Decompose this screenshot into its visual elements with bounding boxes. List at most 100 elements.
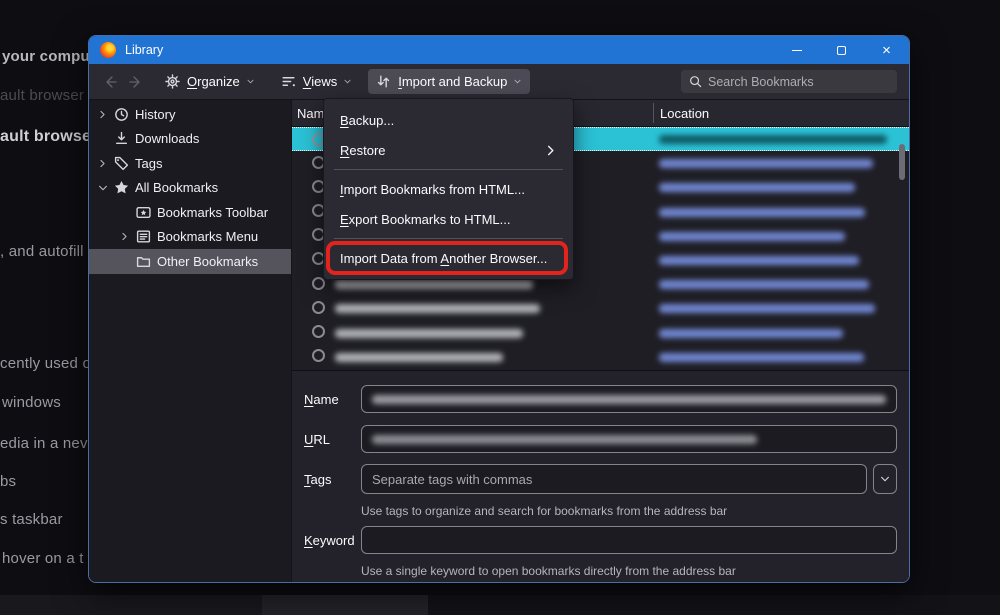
search-bookmarks-box[interactable] — [681, 70, 897, 93]
scrollbar-thumb[interactable] — [899, 144, 905, 180]
blurred-bookmark-location — [659, 135, 887, 144]
chevron-right-icon[interactable] — [97, 109, 113, 120]
chevron-down-icon — [246, 77, 255, 86]
name-label: Name — [304, 392, 361, 407]
window-title: Library — [125, 43, 163, 57]
tags-dropdown-button[interactable] — [873, 464, 897, 494]
blurred-name-value — [372, 395, 886, 404]
import-export-icon — [376, 74, 391, 89]
background-text-fragment: ault browser — [0, 128, 98, 146]
background-text-fragment: your comput — [2, 48, 95, 65]
menu-item-import-data-from-another-browser[interactable]: Import Data from Another Browser... — [324, 243, 573, 273]
favicon-placeholder-icon — [312, 325, 325, 338]
bookmark-row[interactable] — [292, 296, 909, 320]
favicon-placeholder-icon — [312, 349, 325, 362]
titlebar[interactable]: Library × — [89, 36, 909, 64]
desktop-background: your comput ault browser ault browser , and… — [0, 0, 1000, 615]
tags-help-text: Use tags to organize and search for book… — [361, 504, 897, 518]
chevron-right-icon[interactable] — [97, 158, 113, 169]
menu-item-export-bookmarks-to-html[interactable]: Export Bookmarks to HTML... — [324, 204, 573, 234]
minimize-icon — [792, 50, 802, 51]
background-text-fragment: windows — [2, 394, 61, 411]
bookmark-row[interactable] — [292, 321, 909, 345]
forward-button[interactable] — [123, 69, 149, 95]
menu-item-label: Import Data from Another Browser... — [340, 251, 547, 266]
bookmark-row[interactable] — [292, 345, 909, 369]
blurred-bookmark-location — [659, 183, 855, 192]
blurred-bookmark-location — [659, 159, 873, 168]
column-header-location[interactable]: Location — [653, 106, 709, 121]
sidebar-item-label: Bookmarks Toolbar — [157, 205, 268, 220]
bookmark-details-panel: Name URL Tags Use tags to organize and s… — [292, 370, 909, 582]
keyword-help-text: Use a single keyword to open bookmarks d… — [361, 564, 897, 578]
sidebar-item-downloads[interactable]: Downloads — [89, 127, 291, 152]
menu-item-label: Backup... — [340, 113, 394, 128]
taskbar-segment — [0, 595, 262, 615]
menu-separator — [334, 169, 563, 170]
blurred-bookmark-location — [659, 208, 865, 217]
background-text-fragment: , and autofill — [0, 243, 84, 260]
chevron-down-icon[interactable] — [97, 182, 113, 194]
menu-item-label: Import Bookmarks from HTML... — [340, 182, 525, 197]
submenu-arrow-icon — [544, 144, 557, 157]
chevron-down-icon — [513, 77, 522, 86]
maximize-icon — [837, 46, 846, 55]
menu-separator — [334, 238, 563, 239]
name-field[interactable] — [361, 385, 897, 413]
blurred-bookmark-location — [659, 256, 859, 265]
sidebar-item-label: History — [135, 107, 175, 122]
back-icon — [103, 75, 117, 89]
sidebar-item-other-bookmarks[interactable]: Other Bookmarks — [89, 249, 291, 274]
sidebar-item-bookmarks-menu[interactable]: Bookmarks Menu — [89, 225, 291, 250]
blurred-bookmark-location — [659, 353, 864, 362]
bookmarks-toolbar-icon — [135, 205, 151, 220]
views-button[interactable]: Views — [273, 69, 360, 94]
views-icon — [281, 74, 296, 89]
keyword-field[interactable] — [361, 526, 897, 554]
blurred-bookmark-name — [335, 353, 503, 362]
menu-item-restore[interactable]: Restore — [324, 135, 573, 165]
sidebar-item-all-bookmarks[interactable]: All Bookmarks — [89, 176, 291, 201]
menu-item-backup[interactable]: Backup... — [324, 105, 573, 135]
background-text-fragment: s taskbar — [0, 511, 63, 528]
blurred-bookmark-name — [335, 329, 523, 338]
favicon-placeholder-icon — [312, 301, 325, 314]
tag-icon — [113, 156, 129, 171]
tags-input[interactable] — [372, 472, 856, 487]
sidebar-item-bookmarks-toolbar[interactable]: Bookmarks Toolbar — [89, 200, 291, 225]
background-text-fragment: edia in a nev — [0, 435, 88, 452]
background-text-fragment: cently used o — [0, 355, 91, 372]
blurred-bookmark-location — [659, 304, 875, 313]
chevron-down-icon — [879, 473, 891, 485]
import-and-backup-button[interactable]: Import and Backup — [368, 69, 530, 94]
blurred-url-value — [372, 435, 757, 444]
blurred-bookmark-location — [659, 329, 843, 338]
background-text-fragment: ault browser — [0, 87, 84, 104]
column-divider[interactable] — [653, 103, 654, 123]
sidebar-item-tags[interactable]: Tags — [89, 151, 291, 176]
organize-button[interactable]: Organize — [157, 69, 263, 94]
sidebar-item-label: Bookmarks Menu — [157, 229, 258, 244]
tags-field[interactable] — [361, 464, 867, 494]
library-window: Library × Organize Views Imp — [88, 35, 910, 583]
window-controls: × — [774, 36, 909, 64]
folder-icon — [135, 254, 151, 269]
minimize-button[interactable] — [774, 36, 819, 64]
back-button[interactable] — [97, 69, 123, 95]
url-field[interactable] — [361, 425, 897, 453]
menu-item-import-bookmarks-from-html[interactable]: Import Bookmarks from HTML... — [324, 174, 573, 204]
search-input[interactable] — [708, 75, 889, 89]
background-text-fragment: bs — [0, 473, 16, 490]
blurred-bookmark-location — [659, 232, 845, 241]
menu-item-label: Export Bookmarks to HTML... — [340, 212, 511, 227]
organize-label: Organize — [187, 74, 240, 89]
library-toolbar: Organize Views Import and Backup — [89, 64, 909, 100]
sidebar-item-label: Other Bookmarks — [157, 254, 258, 269]
sidebar-item-history[interactable]: History — [89, 102, 291, 127]
menu-item-label: Restore — [340, 143, 386, 158]
chevron-right-icon[interactable] — [119, 231, 135, 242]
close-button[interactable]: × — [864, 36, 909, 64]
gear-icon — [165, 74, 180, 89]
maximize-button[interactable] — [819, 36, 864, 64]
star-icon — [113, 180, 129, 195]
